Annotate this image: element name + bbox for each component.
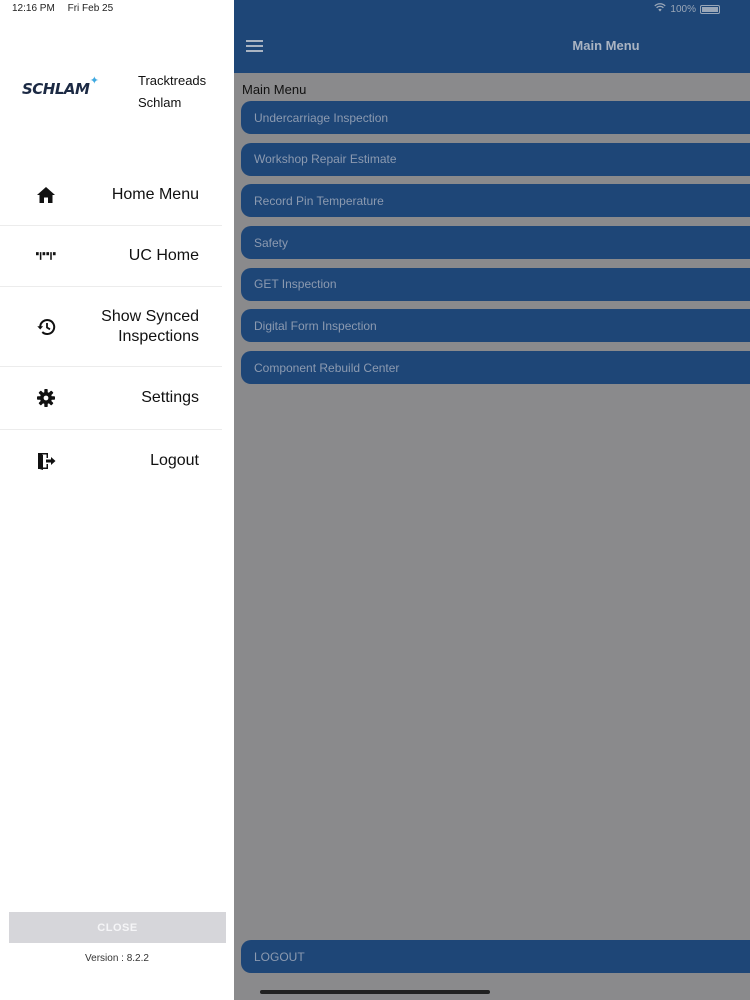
track-icon	[36, 246, 56, 266]
menu-undercarriage-inspection[interactable]: Undercarriage Inspection	[241, 101, 750, 134]
close-drawer-button[interactable]: CLOSE	[9, 912, 226, 943]
user-info: Tracktreads Schlam	[138, 70, 206, 114]
menu-workshop-repair-estimate[interactable]: Workshop Repair Estimate	[241, 142, 750, 176]
nav-item-settings[interactable]: Settings	[0, 367, 222, 430]
menu-get-inspection[interactable]: GET Inspection	[241, 267, 750, 301]
home-icon	[36, 185, 56, 205]
nav-label: UC Home	[128, 247, 199, 264]
nav-label: Settings	[141, 389, 199, 406]
page-title: Main Menu	[572, 38, 640, 53]
history-icon	[36, 317, 56, 337]
logout-icon	[36, 451, 56, 471]
status-bar-left: 12:16 PM Fri Feb 25	[12, 3, 113, 14]
status-bar-right: 100%	[654, 3, 720, 15]
menu-digital-form-inspection[interactable]: Digital Form Inspection	[241, 309, 750, 343]
nav-label: Home Menu	[111, 186, 199, 203]
hamburger-menu-icon[interactable]	[246, 40, 263, 52]
menu-component-rebuild-center[interactable]: Component Rebuild Center	[241, 351, 750, 385]
wifi-icon	[654, 3, 667, 15]
side-drawer: 12:16 PM Fri Feb 25 SCHLAM ✦ Tracktreads…	[0, 0, 234, 1000]
home-indicator	[260, 990, 490, 994]
nav-label: Logout	[150, 452, 199, 469]
main-menu-list: Undercarriage Inspection Workshop Repair…	[241, 101, 750, 393]
nav-item-show-synced-inspections[interactable]: Show Synced Inspections	[0, 287, 222, 367]
user-name-line1: Tracktreads	[138, 73, 207, 88]
schlam-logo: SCHLAM ✦	[22, 74, 99, 98]
menu-record-pin-temperature[interactable]: Record Pin Temperature	[241, 184, 750, 218]
battery-percent: 100%	[670, 3, 696, 15]
status-time: 12:16 PM	[12, 3, 55, 14]
status-date: Fri Feb 25	[67, 3, 114, 14]
gear-icon	[36, 388, 56, 408]
section-label: Main Menu	[242, 82, 307, 97]
menu-safety[interactable]: Safety	[241, 226, 750, 260]
sparkle-icon: ✦	[89, 74, 99, 87]
battery-icon	[700, 4, 720, 14]
nav-item-logout[interactable]: Logout	[0, 430, 222, 492]
nav-item-uc-home[interactable]: UC Home	[0, 226, 222, 287]
logout-button[interactable]: LOGOUT	[241, 940, 750, 973]
drawer-nav: Home Menu UC Home Show Synced Inspection…	[0, 165, 222, 492]
app-version: Version : 8.2.2	[85, 953, 149, 964]
nav-label: Show Synced Inspections	[101, 307, 199, 345]
nav-item-home-menu[interactable]: Home Menu	[0, 165, 222, 226]
user-name-line2: Schlam	[138, 95, 182, 110]
